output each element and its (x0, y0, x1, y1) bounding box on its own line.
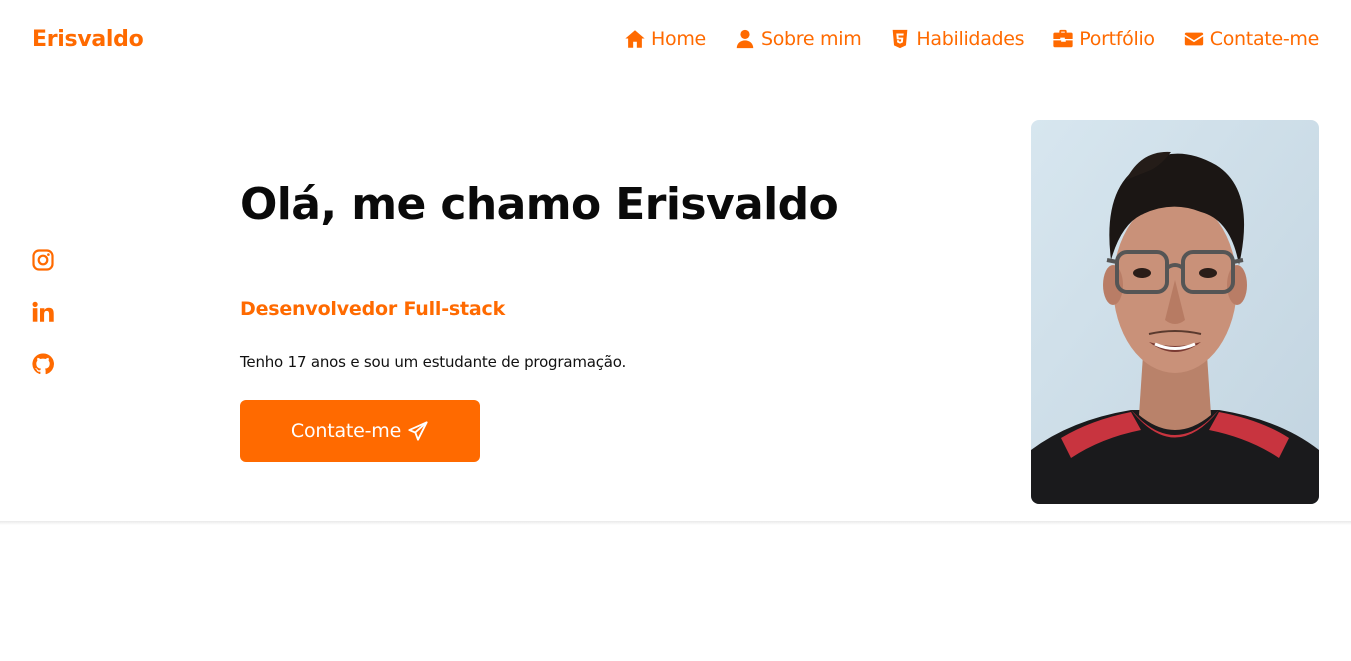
social-links (31, 248, 55, 376)
nav-item-sobre-mim[interactable]: Sobre mim (734, 28, 862, 50)
github-link[interactable] (31, 352, 55, 376)
nav-item-label: Portfólio (1079, 28, 1155, 50)
nav-item-habilidades[interactable]: Habilidades (889, 28, 1025, 50)
main-nav: Home Sobre mim Habilidades Portfólio Con… (624, 28, 1319, 50)
linkedin-link[interactable] (31, 300, 55, 324)
nav-item-label: Home (651, 28, 706, 50)
contact-button-label: Contate-me (290, 420, 402, 442)
linkedin-icon (32, 301, 54, 322)
instagram-link[interactable] (31, 248, 55, 272)
site-logo[interactable]: Erisvaldo (32, 27, 144, 52)
hero-section: Olá, me chamo Erisvaldo Desenvolvedor Fu… (240, 176, 980, 462)
user-icon (736, 29, 754, 49)
nav-item-label: Habilidades (916, 28, 1025, 50)
hero-description: Tenho 17 anos e sou um estudante de prog… (240, 353, 627, 371)
home-icon (625, 30, 645, 48)
briefcase-icon (1053, 29, 1073, 48)
nav-item-home[interactable]: Home (624, 28, 706, 50)
contact-button[interactable]: Contate-me (240, 400, 480, 462)
section-divider (0, 521, 1351, 525)
nav-item-label: Sobre mim (760, 28, 862, 50)
instagram-icon (32, 249, 54, 271)
hero-subtitle: Desenvolvedor Full-stack (240, 298, 506, 320)
paper-plane-icon (408, 421, 428, 441)
hero-title: Olá, me chamo Erisvaldo (240, 179, 839, 230)
profile-photo (1031, 120, 1319, 504)
nav-item-portfolio[interactable]: Portfólio (1052, 28, 1155, 50)
site-header: Erisvaldo Home Sobre mim Habilidades Por… (0, 0, 1351, 82)
nav-item-contate-me[interactable]: Contate-me (1183, 28, 1319, 50)
nav-item-label: Contate-me (1209, 28, 1320, 50)
github-icon (32, 353, 54, 375)
envelope-icon (1184, 32, 1203, 46)
html5-icon (893, 29, 908, 49)
